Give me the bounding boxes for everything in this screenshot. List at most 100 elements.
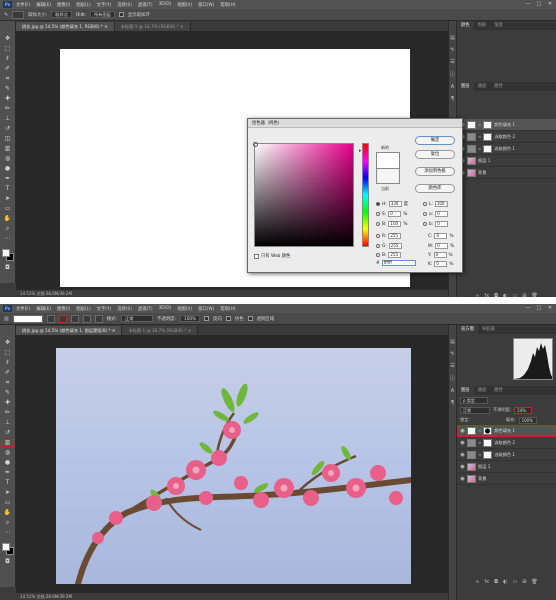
visibility-eye-icon[interactable]: ◉: [460, 452, 465, 458]
layer-row[interactable]: ◉ ∞ 选取颜色 1: [457, 143, 556, 155]
brush-panel-icon[interactable]: ✎: [450, 351, 454, 357]
lab-a-radio[interactable]: [423, 212, 427, 216]
lasso-tool-icon[interactable]: ℓ: [2, 55, 14, 63]
tab-layers[interactable]: 图层: [457, 386, 474, 395]
tab-layers[interactable]: 图层: [457, 82, 474, 91]
layer-row[interactable]: ◉ ∞ 选取颜色 1: [457, 449, 556, 461]
tab-channels[interactable]: 通道: [474, 386, 491, 395]
diamond-gradient-icon[interactable]: [94, 314, 103, 323]
visibility-eye-icon[interactable]: ◉: [460, 464, 465, 470]
menu-layer[interactable]: 图层(L): [76, 306, 90, 312]
layer-opacity-input[interactable]: 24%: [514, 406, 533, 414]
foreground-color-swatch[interactable]: [1, 543, 10, 551]
quick-select-tool-icon[interactable]: ✐: [2, 369, 14, 377]
dither-checkbox[interactable]: [225, 316, 231, 321]
add-mask-icon[interactable]: ◘: [494, 293, 498, 297]
opacity-input[interactable]: 100%: [180, 315, 201, 322]
magenta-input[interactable]: 0: [435, 243, 449, 249]
green-input[interactable]: 255: [388, 243, 402, 249]
menu-view[interactable]: 视图(V): [177, 2, 192, 8]
gradient-preview[interactable]: [12, 314, 43, 323]
tab-paths[interactable]: 路径: [490, 386, 507, 395]
properties-panel-icon[interactable]: ☰: [450, 59, 454, 65]
layer-mask-thumbnail[interactable]: [483, 438, 493, 447]
quick-mask-icon[interactable]: ◘: [2, 558, 14, 566]
peach-blossom-photo[interactable]: [56, 348, 411, 584]
path-select-tool-icon[interactable]: ➤: [2, 489, 14, 497]
tab-gradients[interactable]: 渐变: [490, 21, 507, 30]
blur-tool-icon[interactable]: ◍: [2, 449, 14, 457]
move-tool-icon[interactable]: ✥: [2, 339, 14, 347]
gradient-tool-icon[interactable]: ▥: [1, 439, 14, 447]
history-panel-icon[interactable]: ▤: [450, 35, 455, 41]
tab-peach-blossom[interactable]: 桃花.jpg @ 14.5% (颜色填充 1, RGB/8) * ✕: [16, 22, 115, 31]
menu-window[interactable]: 窗口(W): [198, 2, 214, 8]
link-layers-icon[interactable]: ∞: [475, 293, 479, 297]
hue-input[interactable]: 330: [388, 201, 402, 207]
color-swatches[interactable]: [1, 248, 15, 262]
add-to-swatches-button[interactable]: 添加到色板: [415, 167, 455, 176]
hex-input[interactable]: ffffff: [381, 260, 416, 266]
tool-preset-picker[interactable]: [12, 10, 25, 19]
minimize-icon[interactable]: —: [525, 305, 531, 311]
saturation-radio[interactable]: [376, 212, 380, 216]
brush-tool-icon[interactable]: ✏: [2, 105, 14, 113]
new-adjustment-icon[interactable]: ◐: [503, 579, 507, 585]
layer-mask-thumbnail[interactable]: [483, 132, 493, 141]
link-layers-icon[interactable]: ∞: [475, 579, 479, 585]
menu-file[interactable]: 文件(F): [16, 306, 30, 312]
layer-row[interactable]: ◉ 图层 1: [457, 155, 556, 167]
menu-filter[interactable]: 滤镜(T): [138, 306, 153, 312]
brightness-radio[interactable]: [376, 222, 380, 226]
tab-untitled-1[interactable]: 未标题-1 @ 16.7% (RGB/8) * ✕: [122, 326, 199, 335]
layer-mask-thumbnail[interactable]: [483, 120, 493, 129]
path-select-tool-icon[interactable]: ➤: [2, 195, 14, 203]
menu-3d[interactable]: 3D(D): [159, 306, 172, 311]
hue-slider[interactable]: ▸: [359, 143, 369, 247]
new-layer-icon[interactable]: ⊞: [522, 293, 526, 297]
layer-row[interactable]: ◉ ∞ 选取颜色 2: [457, 437, 556, 449]
menu-edit[interactable]: 编辑(E): [36, 306, 51, 312]
properties-panel-icon[interactable]: ☰: [450, 363, 454, 369]
gradient-tool-option-icon[interactable]: ▥: [4, 316, 9, 322]
healing-tool-icon[interactable]: ✚: [2, 95, 14, 103]
history-brush-icon[interactable]: ↺: [2, 429, 14, 437]
color-swatches[interactable]: [1, 542, 15, 556]
quick-select-tool-icon[interactable]: ✐: [2, 65, 14, 73]
reverse-checkbox[interactable]: [204, 316, 210, 321]
shape-tool-icon[interactable]: ▭: [2, 205, 14, 213]
layer-row[interactable]: ◉ ∞ 颜色填充 1: [457, 425, 556, 437]
history-panel-icon[interactable]: ▤: [450, 339, 455, 345]
dodge-tool-icon[interactable]: ●: [2, 165, 14, 173]
quick-mask-icon[interactable]: ◘: [2, 264, 14, 272]
menu-select[interactable]: 选择(S): [117, 306, 132, 312]
blend-mode-select[interactable]: 正常: [460, 406, 490, 414]
fill-input[interactable]: 100%: [518, 416, 537, 424]
shape-tool-icon[interactable]: ▭: [2, 499, 14, 507]
menu-type[interactable]: 文字(Y): [97, 2, 112, 8]
menu-file[interactable]: 文件(F): [16, 2, 30, 8]
layer-mask-thumbnail[interactable]: [483, 450, 493, 459]
red-radio[interactable]: [376, 234, 380, 238]
black-input[interactable]: 0: [434, 261, 448, 267]
brush-tool-icon[interactable]: ✏: [2, 409, 14, 417]
red-input[interactable]: 255: [388, 233, 402, 239]
dodge-tool-icon[interactable]: ●: [2, 459, 14, 467]
sample-select[interactable]: 所有图层: [90, 11, 115, 18]
lab-l-input[interactable]: 100: [434, 201, 448, 207]
marquee-tool-icon[interactable]: ⬚: [2, 349, 14, 357]
info-panel-icon[interactable]: ⓘ: [450, 71, 455, 78]
blue-input[interactable]: 255: [388, 252, 402, 258]
type-tool-icon[interactable]: T: [2, 479, 14, 487]
tab-peach-blossom[interactable]: 桃花.jpg @ 14.5% (颜色填充 1, 图层蒙版/8) * ✕: [16, 326, 123, 335]
new-group-icon[interactable]: ▭: [512, 293, 517, 297]
mode-select[interactable]: 正常: [121, 315, 153, 322]
hand-tool-icon[interactable]: ✋: [2, 509, 14, 517]
hand-tool-icon[interactable]: ✋: [2, 215, 14, 223]
color-marker[interactable]: [253, 142, 258, 147]
menu-3d[interactable]: 3D(D): [159, 2, 172, 7]
more-tools-icon[interactable]: ⋯: [2, 529, 14, 537]
tab-histogram[interactable]: 直方图: [457, 325, 478, 334]
maximize-icon[interactable]: □: [536, 1, 542, 7]
lab-l-radio[interactable]: [423, 202, 427, 206]
